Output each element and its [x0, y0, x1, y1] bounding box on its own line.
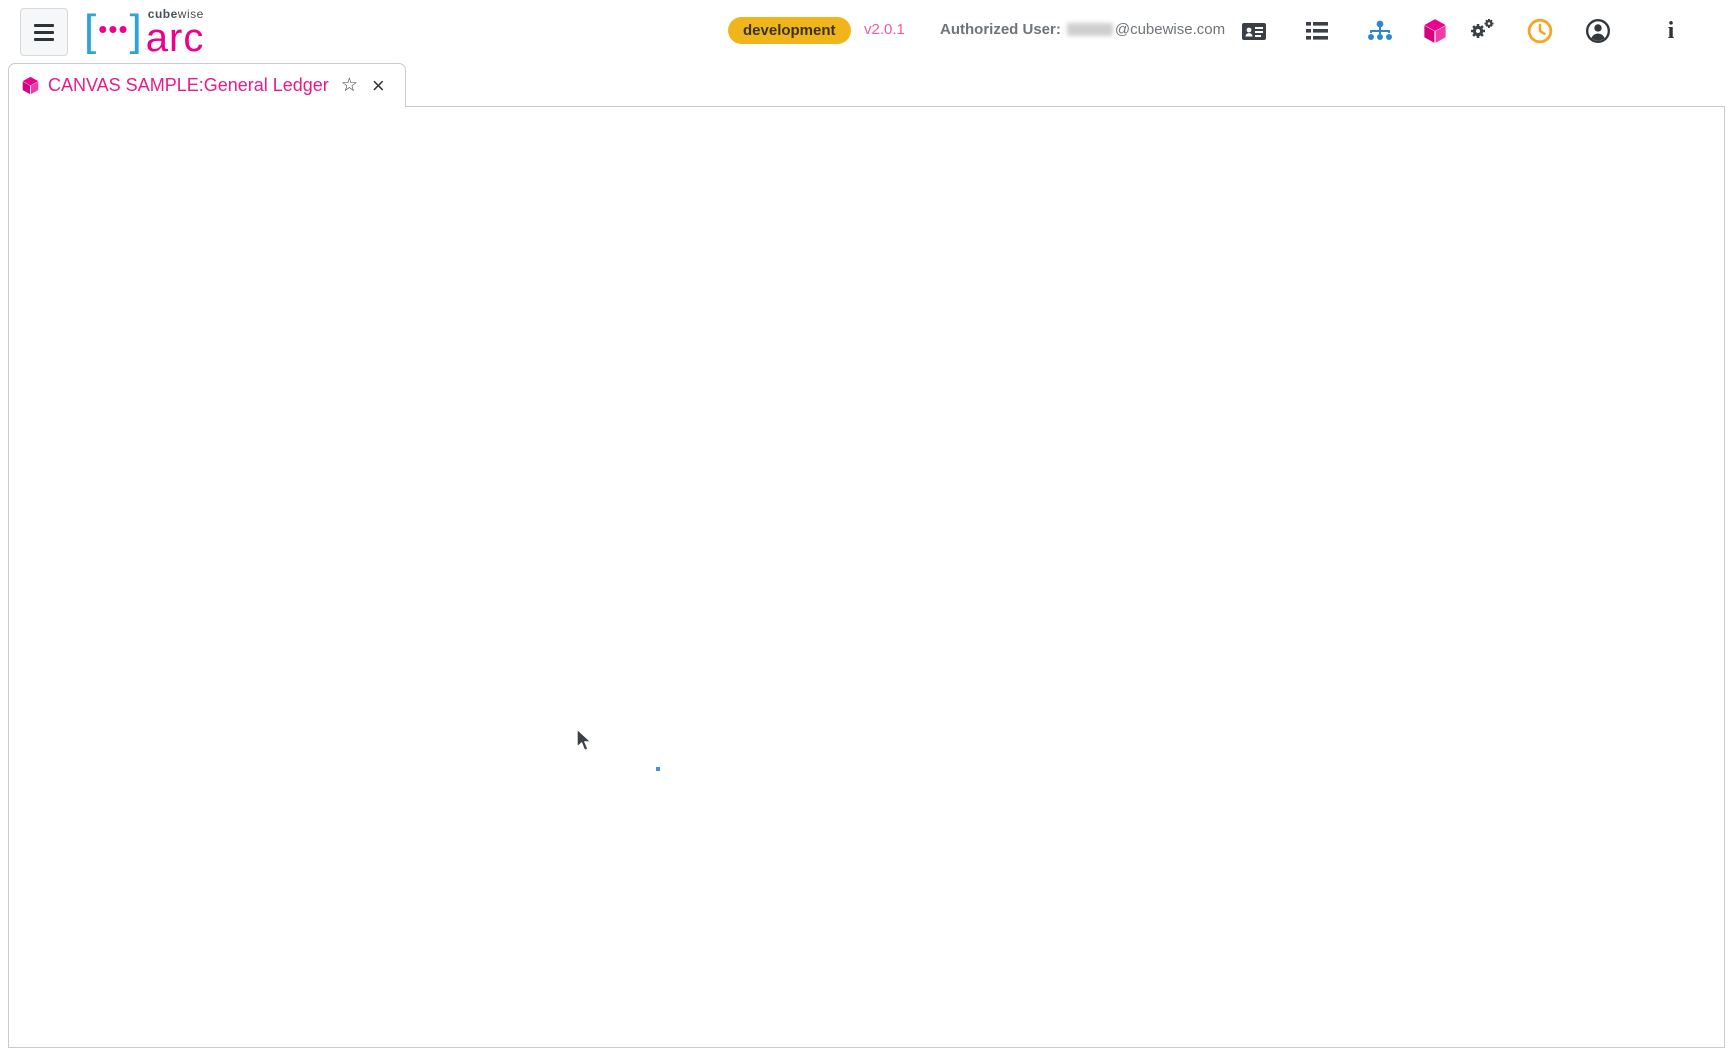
authorized-user-label: Authorized User: — [940, 21, 1061, 38]
cube-icon — [21, 76, 40, 95]
gears-icon[interactable] — [1468, 17, 1496, 45]
user-icon[interactable] — [1584, 17, 1612, 45]
logo-dots: ••• — [98, 14, 128, 44]
user-domain: @cubewise.com — [1115, 21, 1225, 38]
sitemap-icon[interactable] — [1366, 17, 1394, 45]
logo-bracket-right: ] — [130, 7, 142, 55]
info-icon[interactable]: i — [1657, 17, 1685, 45]
th-list-icon[interactable] — [1303, 17, 1331, 45]
view-panel — [8, 106, 1725, 1048]
logo-bracket-left: [ — [84, 7, 96, 55]
favorite-star-icon[interactable]: ☆ — [341, 74, 358, 97]
id-card-icon[interactable] — [1240, 17, 1268, 45]
authorized-user: Authorized User: @cubewise.com — [940, 21, 1225, 38]
fill-handle[interactable] — [655, 766, 661, 772]
menu-button[interactable] — [20, 8, 68, 56]
tab-close-icon[interactable]: × — [372, 77, 385, 95]
user-name-redacted — [1067, 23, 1113, 36]
arc-logo: [•••] cubewise arc — [84, 4, 204, 58]
tab-title: CANVAS SAMPLE:General Ledger — [48, 75, 329, 96]
arc-application: [•••] cubewise arc development v2.0.1 Au… — [0, 0, 1734, 1056]
cube-icon[interactable] — [1421, 17, 1449, 45]
logo-brand: arc — [146, 16, 205, 60]
clock-icon[interactable] — [1526, 17, 1554, 45]
version-label: v2.0.1 — [864, 21, 905, 38]
view-tab[interactable]: CANVAS SAMPLE:General Ledger ☆ × — [8, 63, 406, 107]
environment-badge: development — [728, 17, 851, 44]
